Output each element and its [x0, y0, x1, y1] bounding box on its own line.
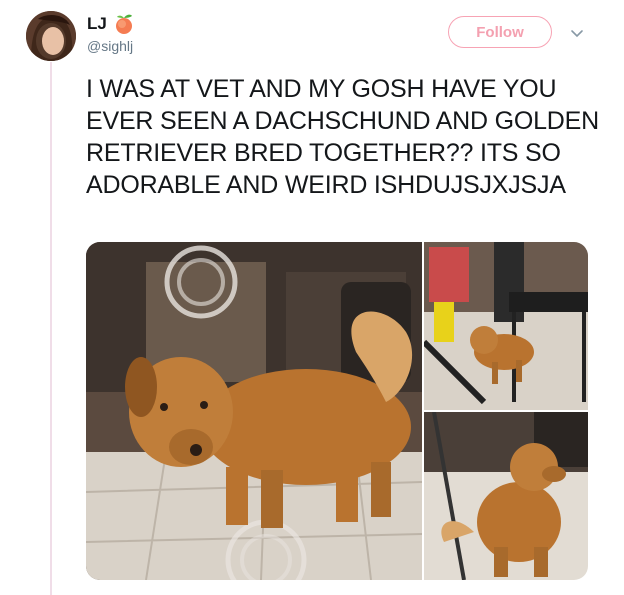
dog-photo-clinic [424, 242, 588, 410]
dog-photo-sitting [424, 412, 588, 580]
avatar[interactable] [26, 11, 76, 61]
thread-line [50, 62, 52, 595]
dog-photo-standing [86, 242, 422, 580]
chevron-down-icon[interactable] [569, 25, 585, 41]
media-grid [86, 242, 588, 580]
peach-icon [115, 14, 132, 34]
avatar-image [26, 11, 76, 61]
user-handle[interactable]: @sighlj [87, 38, 133, 54]
photo-bottom-right[interactable] [424, 412, 588, 580]
tweet-text: I WAS AT VET AND MY GOSH HAVE YOU EVER S… [86, 75, 599, 199]
photo-main[interactable] [86, 242, 422, 580]
photo-top-right[interactable] [424, 242, 588, 410]
follow-button[interactable]: Follow [448, 16, 552, 48]
display-name[interactable]: LJ [87, 14, 107, 34]
